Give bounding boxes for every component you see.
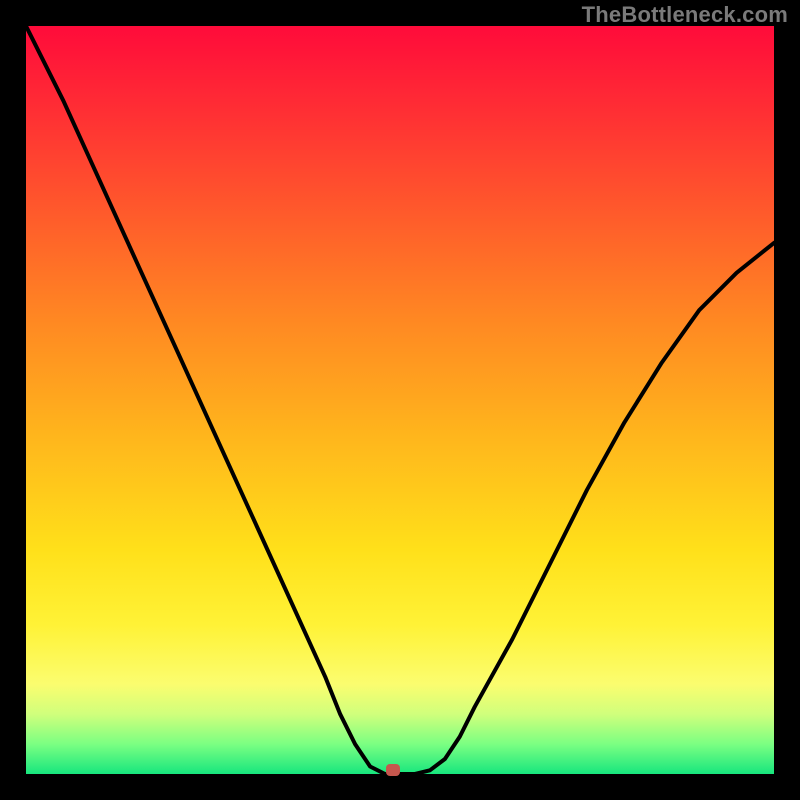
chart-frame: TheBottleneck.com [0,0,800,800]
curve-layer [26,26,774,774]
plot-area [26,26,774,774]
watermark-text: TheBottleneck.com [582,2,788,28]
optimal-point-marker [386,764,400,776]
bottleneck-curve-path [26,26,774,774]
